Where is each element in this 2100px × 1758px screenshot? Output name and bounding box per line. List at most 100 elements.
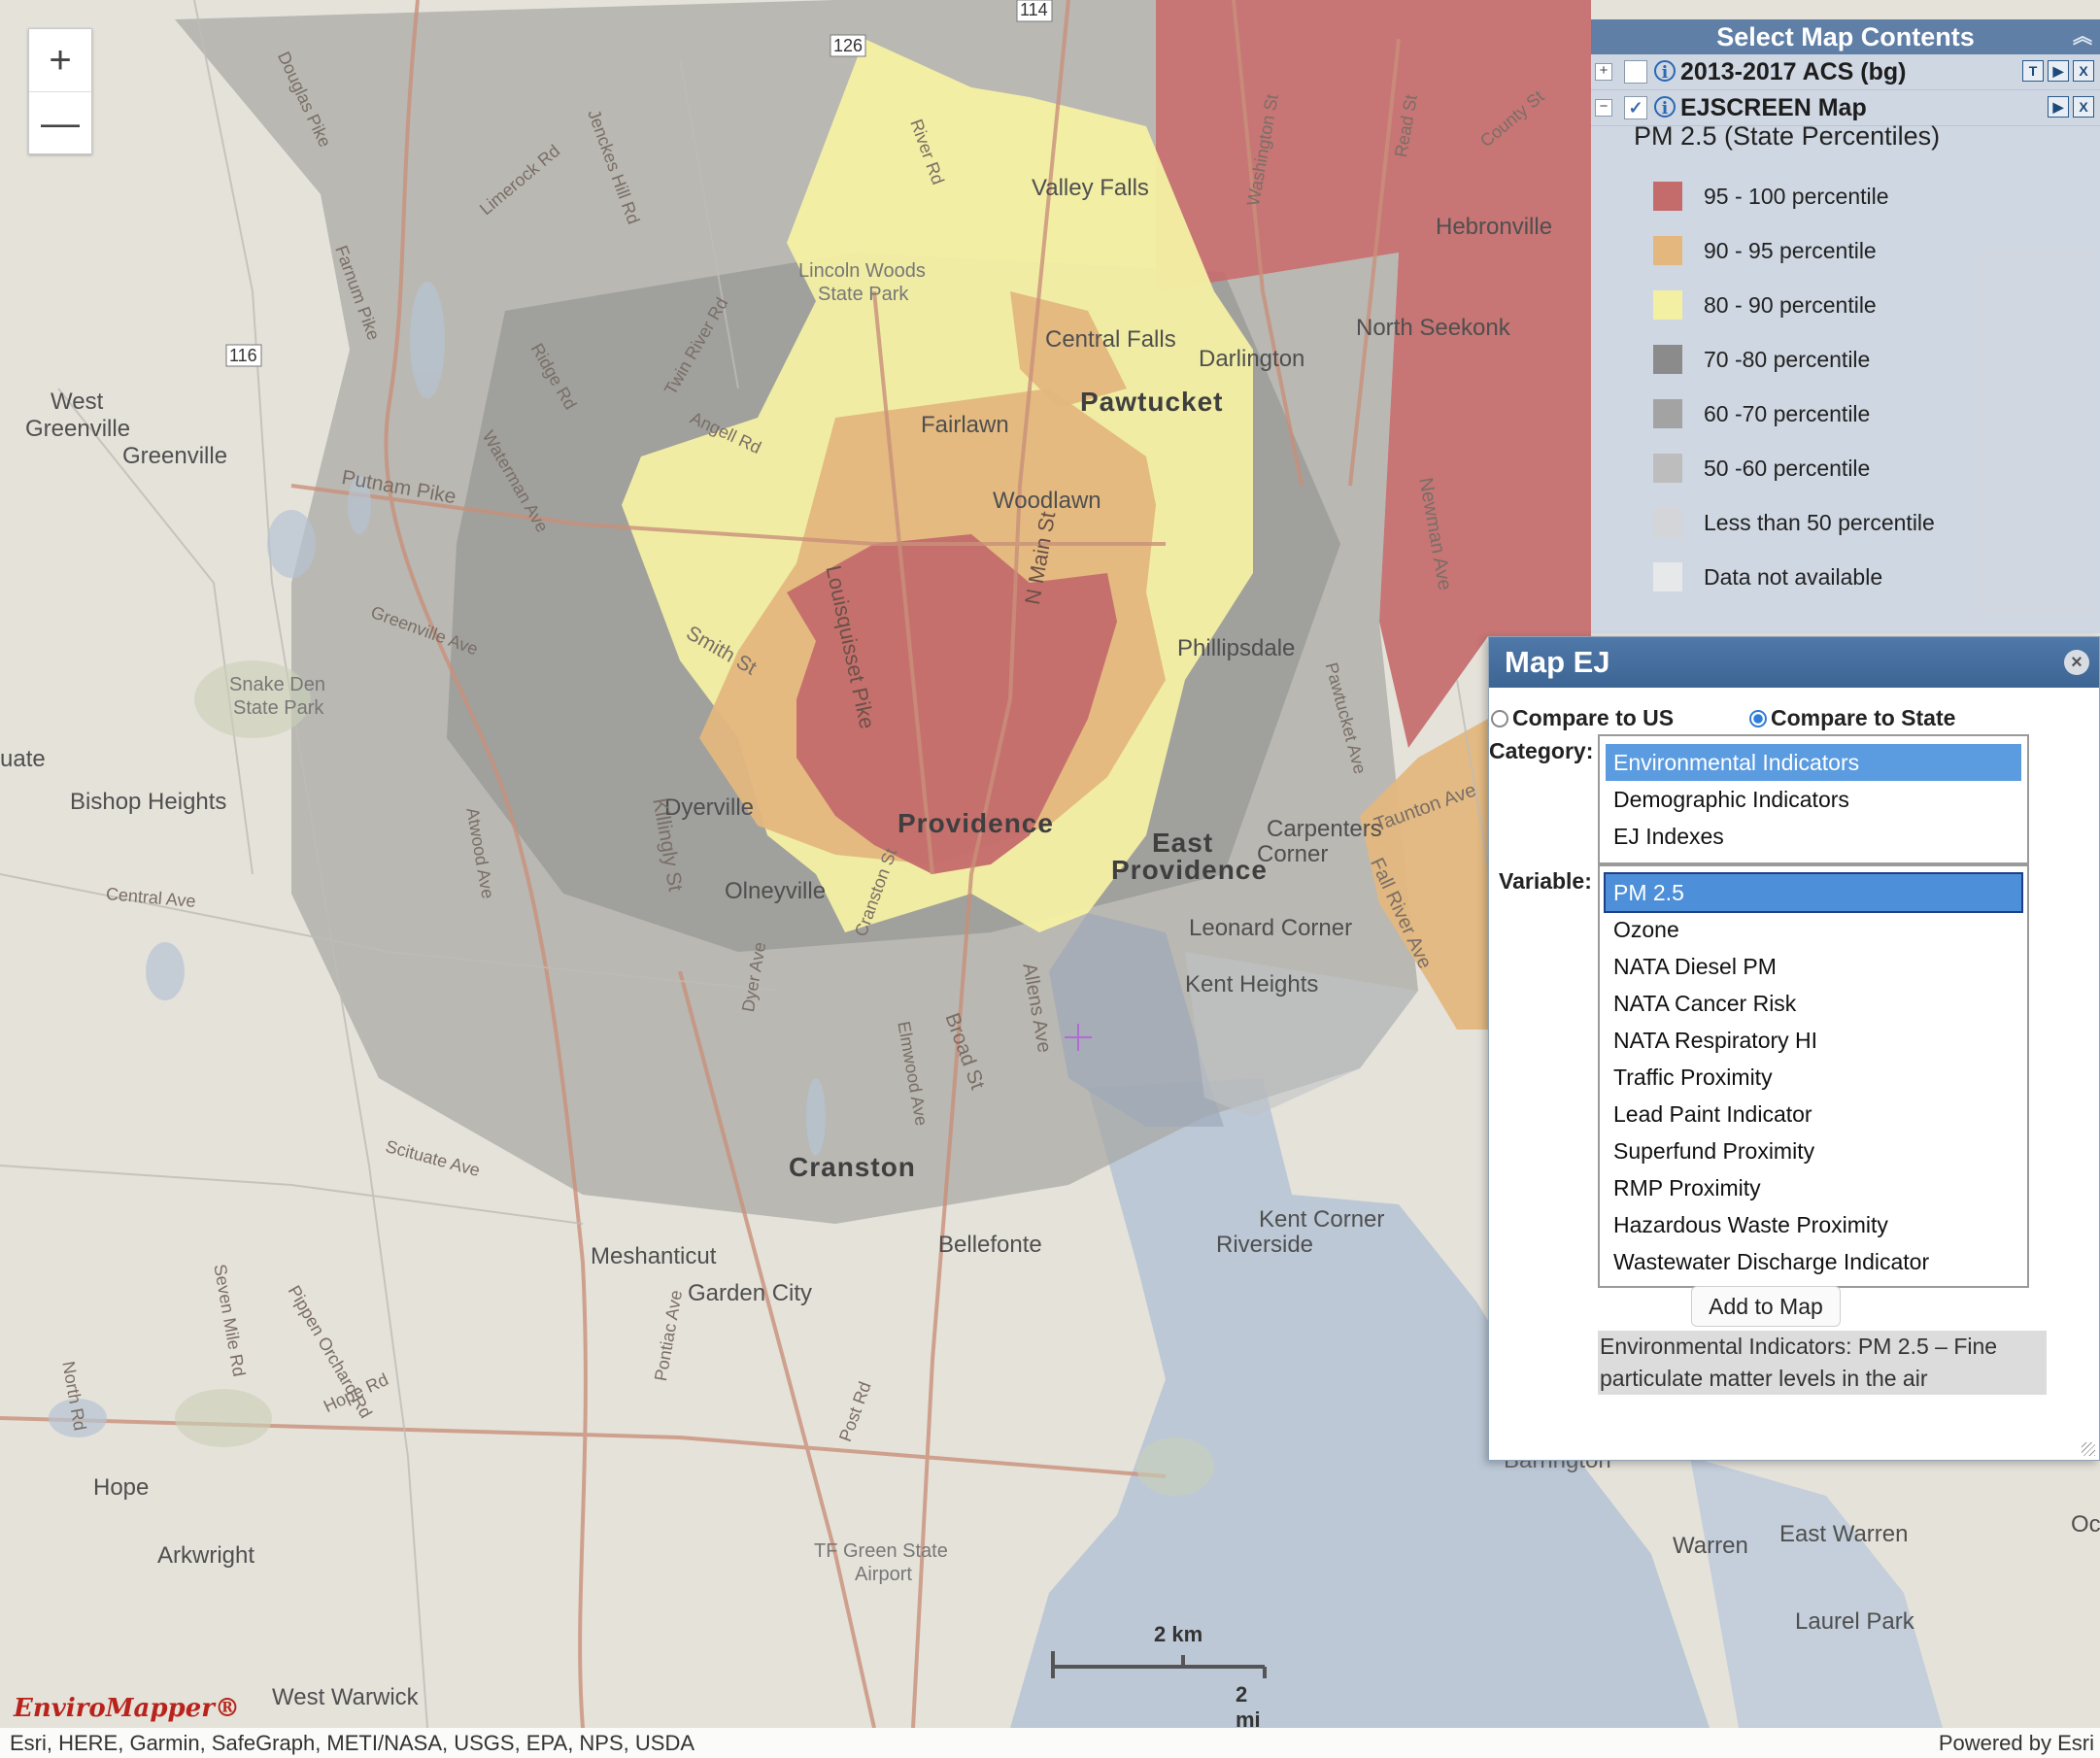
place-label: Central Falls bbox=[1045, 326, 1176, 353]
compare-us-radio[interactable]: Compare to US bbox=[1491, 705, 1674, 731]
variable-option[interactable]: Lead Paint Indicator bbox=[1606, 1096, 2021, 1133]
variable-option[interactable]: NATA Diesel PM bbox=[1606, 948, 2021, 985]
place-label: State Park bbox=[818, 284, 909, 305]
variable-option[interactable]: Ozone bbox=[1606, 911, 2021, 948]
place-label: Warren bbox=[1673, 1533, 1748, 1559]
collapse-chevron-icon[interactable]: ︽ bbox=[2073, 19, 2092, 54]
place-label: Meshanticut bbox=[591, 1243, 717, 1269]
dialog-titlebar[interactable]: Map EJ × bbox=[1489, 637, 2099, 688]
place-label: Woodlawn bbox=[993, 488, 1101, 514]
resize-grip-icon[interactable] bbox=[2082, 1442, 2095, 1456]
legend-item: 50 -60 percentile bbox=[1653, 449, 1870, 488]
place-label: North Seekonk bbox=[1356, 315, 1510, 341]
radio-unselected-icon[interactable] bbox=[1491, 709, 1508, 727]
variable-option[interactable]: Wastewater Discharge Indicator bbox=[1606, 1243, 2021, 1280]
powered-by-esri[interactable]: Powered by Esri bbox=[1939, 1728, 2094, 1758]
place-label: Darlington bbox=[1199, 346, 1305, 372]
place-label: Greenville bbox=[122, 443, 228, 469]
legend-title: PM 2.5 (State Percentiles) bbox=[1634, 121, 1941, 151]
map-ej-dialog: Map EJ × Compare to US Compare to State … bbox=[1488, 636, 2100, 1461]
route-116-label: 116 bbox=[229, 346, 257, 365]
legend-swatch bbox=[1653, 508, 1682, 537]
layer-name: 2013-2017 ACS (bg) bbox=[1680, 58, 1907, 85]
play-icon[interactable]: ▶ bbox=[2048, 96, 2069, 118]
attribution-text: Esri, HERE, Garmin, SafeGraph, METI/NASA… bbox=[10, 1731, 694, 1755]
variable-option[interactable]: PM 2.5 bbox=[1604, 872, 2023, 913]
legend-swatch bbox=[1653, 290, 1682, 320]
map-contents-header[interactable]: Select Map Contents ︽ bbox=[1591, 19, 2100, 54]
variable-option[interactable]: NATA Cancer Risk bbox=[1606, 985, 2021, 1022]
legend-swatch bbox=[1653, 236, 1682, 265]
place-label: Hope bbox=[93, 1474, 150, 1501]
variable-option[interactable]: Hazardous Waste Proximity bbox=[1606, 1206, 2021, 1243]
place-label: Bellefonte bbox=[938, 1232, 1042, 1258]
place-label: Corner bbox=[1257, 841, 1329, 867]
legend-item: 70 -80 percentile bbox=[1653, 340, 1870, 379]
map-contents-panel: Select Map Contents ︽ + i 2013-2017 ACS … bbox=[1591, 19, 2100, 633]
remove-layer-icon[interactable]: X bbox=[2073, 60, 2094, 82]
place-label: Oc bbox=[2071, 1511, 2100, 1538]
add-to-map-button[interactable]: Add to Map bbox=[1691, 1286, 1841, 1327]
legend-item: 80 - 90 percentile bbox=[1653, 286, 1877, 324]
info-icon[interactable]: i bbox=[1654, 96, 1676, 118]
zoom-out-button[interactable]: — bbox=[29, 91, 91, 154]
variable-option[interactable]: RMP Proximity bbox=[1606, 1169, 2021, 1206]
legend-swatch bbox=[1653, 399, 1682, 428]
compare-us-label: Compare to US bbox=[1512, 705, 1675, 730]
place-label: Arkwright bbox=[157, 1542, 255, 1569]
category-option[interactable]: EJ Indexes bbox=[1606, 818, 2021, 855]
variable-listbox[interactable]: PM 2.5 Ozone NATA Diesel PM NATA Cancer … bbox=[1598, 864, 2029, 1288]
remove-layer-icon[interactable]: X bbox=[2073, 96, 2094, 118]
place-label: Leonard Corner bbox=[1189, 915, 1353, 941]
place-label: Laurel Park bbox=[1795, 1608, 1914, 1635]
category-option[interactable]: Environmental Indicators bbox=[1606, 744, 2021, 781]
place-label: Riverside bbox=[1216, 1232, 1314, 1258]
place-label: West Warwick bbox=[272, 1684, 419, 1710]
place-label: West bbox=[51, 389, 104, 415]
filter-icon[interactable]: T bbox=[2022, 60, 2044, 82]
dialog-title: Map EJ bbox=[1505, 645, 1610, 679]
legend-label: 80 - 90 percentile bbox=[1704, 291, 1877, 318]
info-icon[interactable]: i bbox=[1654, 60, 1676, 83]
route-114-label: 114 bbox=[1020, 0, 1048, 19]
layer-checkbox-checked[interactable]: ✓ bbox=[1624, 96, 1647, 119]
layer-row-acs[interactable]: + i 2013-2017 ACS (bg) T ▶ X bbox=[1591, 54, 2100, 90]
category-label: Category: bbox=[1489, 738, 1594, 763]
place-label: Valley Falls bbox=[1032, 175, 1149, 201]
zoom-in-button[interactable]: + bbox=[29, 29, 91, 91]
play-icon[interactable]: ▶ bbox=[2048, 60, 2069, 82]
variable-option[interactable]: Traffic Proximity bbox=[1606, 1059, 2021, 1096]
place-label: Kent Heights bbox=[1185, 971, 1319, 997]
legend-label: 50 -60 percentile bbox=[1704, 455, 1871, 481]
category-option[interactable]: Demographic Indicators bbox=[1606, 781, 2021, 818]
radio-selected-icon[interactable] bbox=[1749, 709, 1767, 727]
place-label: Lincoln Woods bbox=[798, 260, 926, 282]
collapse-icon[interactable]: − bbox=[1595, 99, 1612, 117]
legend-swatch bbox=[1653, 182, 1682, 211]
place-label: Phillipsdale bbox=[1177, 635, 1296, 661]
close-icon[interactable]: × bbox=[2064, 650, 2089, 675]
expand-icon[interactable]: + bbox=[1595, 63, 1612, 81]
compare-state-label: Compare to State bbox=[1771, 705, 1956, 730]
compare-state-radio[interactable]: Compare to State bbox=[1749, 705, 1955, 731]
map-contents-title: Select Map Contents bbox=[1716, 22, 1975, 51]
variable-option[interactable]: Superfund Proximity bbox=[1606, 1133, 2021, 1169]
category-listbox[interactable]: Environmental Indicators Demographic Ind… bbox=[1598, 734, 2029, 864]
place-label: uate bbox=[0, 746, 46, 772]
scale-mi-label: 2 mi bbox=[1236, 1682, 1261, 1732]
place-label: TF Green State bbox=[814, 1540, 948, 1562]
place-label: Airport bbox=[855, 1564, 912, 1585]
legend-label: Data not available bbox=[1704, 563, 1883, 590]
place-label: East Warren bbox=[1779, 1521, 1909, 1547]
variable-description: Environmental Indicators: PM 2.5 – Fine … bbox=[1598, 1331, 2047, 1395]
place-label: Bishop Heights bbox=[70, 789, 227, 815]
legend-item: 60 -70 percentile bbox=[1653, 394, 1870, 433]
layer-checkbox[interactable] bbox=[1624, 60, 1647, 84]
place-label: Olneyville bbox=[725, 878, 827, 904]
legend-swatch bbox=[1653, 345, 1682, 374]
legend-swatch bbox=[1653, 562, 1682, 592]
variable-option[interactable]: NATA Respiratory HI bbox=[1606, 1022, 2021, 1059]
city-label: Pawtucket bbox=[1080, 387, 1224, 417]
place-label: State Park bbox=[233, 697, 324, 719]
city-label: Cranston bbox=[789, 1152, 916, 1182]
